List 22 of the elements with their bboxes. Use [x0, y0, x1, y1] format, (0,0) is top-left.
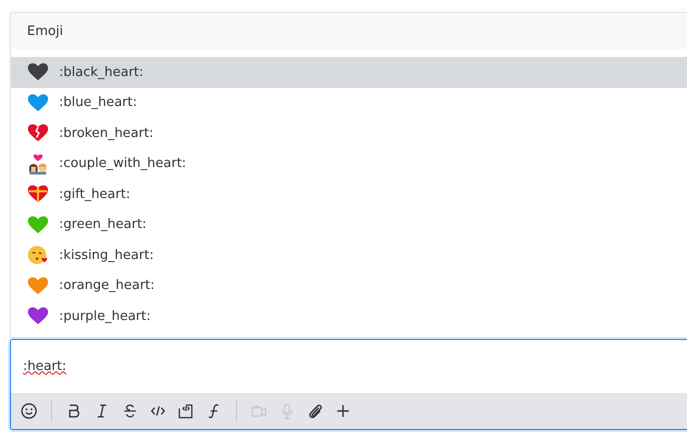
emoji-option[interactable]: :blue_heart:: [11, 88, 687, 118]
message-input[interactable]: :heart:: [23, 358, 66, 374]
popup-title: Emoji: [27, 24, 64, 38]
emoji-option[interactable]: :purple_heart:: [11, 301, 687, 332]
couple-with-heart-icon: [27, 152, 49, 175]
emoji-shortcode: :gift_heart:: [59, 186, 130, 202]
emoji-option[interactable]: :orange_heart:: [11, 270, 687, 301]
emoji-option[interactable]: :black_heart:: [11, 57, 687, 88]
emoji-option[interactable]: :green_heart:: [11, 210, 687, 240]
emoji-option[interactable]: :gift_heart:: [11, 179, 687, 210]
emoji-shortcode: :black_heart:: [59, 64, 144, 80]
emoji-shortcode: :green_heart:: [59, 217, 146, 232]
emoji-option[interactable]: :broken_heart:: [11, 118, 687, 148]
emoji-option[interactable]: :kissing_heart:: [11, 240, 687, 270]
emoji-option[interactable]: :couple_with_heart:: [11, 148, 687, 179]
emoji-shortcode: :kissing_heart:: [59, 248, 154, 263]
emoji-shortcode: :orange_heart:: [59, 278, 155, 294]
emoji-shortcode: :purple_heart:: [59, 308, 151, 324]
emoji-shortcode: :couple_with_heart:: [59, 156, 186, 172]
emoji-shortcode: :blue_heart:: [59, 95, 138, 110]
smiley-icon: [19, 400, 39, 420]
emoji-shortcode: :broken_heart:: [59, 126, 154, 141]
